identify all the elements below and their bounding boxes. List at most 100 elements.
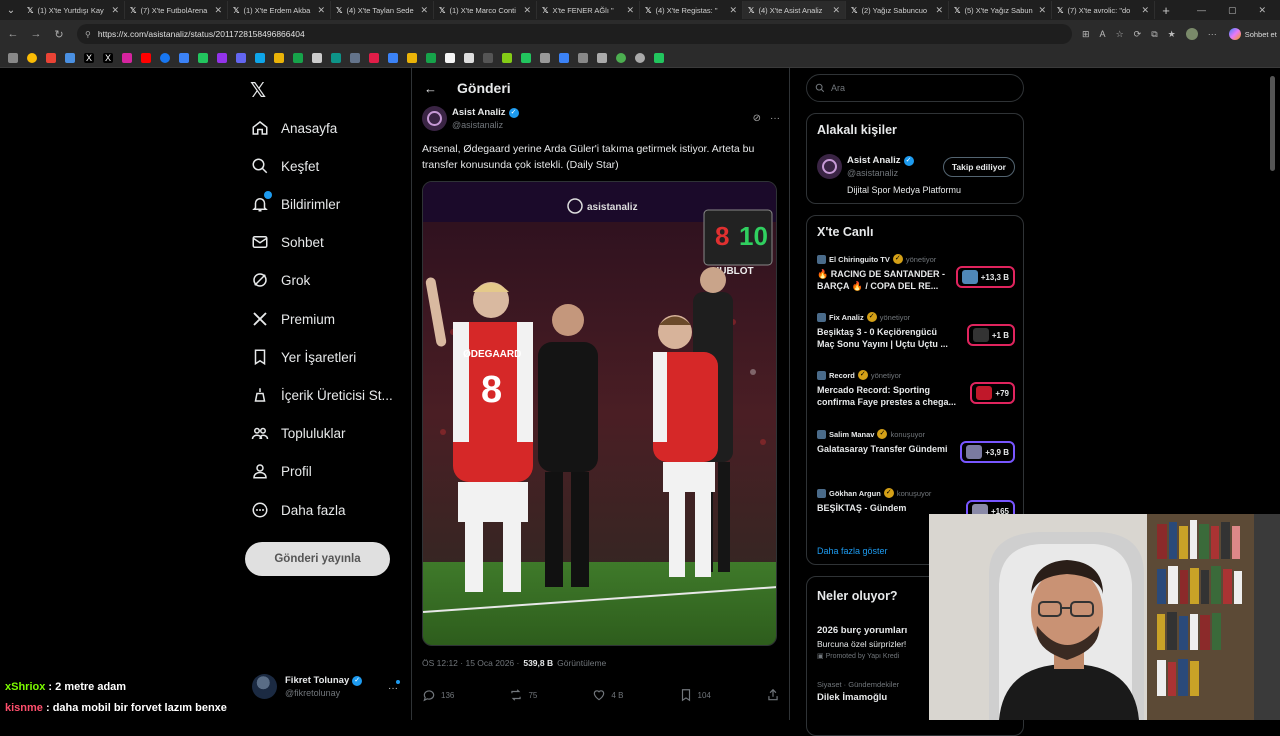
favorites-icon[interactable]: ★: [1168, 29, 1176, 40]
show-more-link[interactable]: Daha fazla göster: [817, 546, 888, 556]
sidebar-item-sohbet[interactable]: Sohbet: [250, 227, 324, 257]
post-button[interactable]: Gönderi yayınla: [245, 542, 390, 576]
scrollbar-thumb[interactable]: [1270, 76, 1275, 171]
sidebar-item-grok[interactable]: Grok: [250, 265, 310, 295]
tab-list-chevron-icon[interactable]: ⌄: [0, 5, 22, 16]
browser-tab[interactable]: 𝕏 X'te FENER AĞlı " ✕: [537, 1, 640, 19]
live-item[interactable]: El Chiringuito TV ✓ yönetiyor 🔥 RACING DE S…: [817, 254, 1015, 292]
bookmark-icon-30[interactable]: [559, 52, 569, 63]
bookmark-icon-24[interactable]: [445, 52, 455, 63]
back-arrow-icon[interactable]: ←: [424, 81, 437, 96]
bookmark-icon-15[interactable]: [274, 52, 284, 63]
close-tab-icon[interactable]: ✕: [832, 5, 840, 16]
profile-avatar-icon[interactable]: [1185, 28, 1198, 40]
bookmark-link-icon[interactable]: [597, 52, 607, 63]
following-button[interactable]: Takip ediliyor: [942, 156, 1015, 177]
sidebar-item-premium[interactable]: Premium: [250, 304, 335, 334]
bookmark-facebook-icon[interactable]: [160, 52, 170, 63]
related-avatar[interactable]: [817, 154, 842, 179]
browser-tab[interactable]: 𝕏 (4) X'te Taylan Sede ✕: [331, 1, 434, 19]
sidebar-item-daha-fazla[interactable]: Daha fazla: [250, 495, 346, 525]
live-listener-badge[interactable]: +3,9 B: [960, 441, 1015, 463]
close-tab-icon[interactable]: ✕: [214, 5, 222, 16]
live-item[interactable]: Fix Analiz ✓ yönetiyor Beşiktaş 3 - 0 Keçiö…: [817, 312, 1015, 350]
close-tab-icon[interactable]: ✕: [523, 5, 531, 16]
related-person[interactable]: Asist Analiz ✓ @asistanaliz Takip ediliy…: [817, 154, 1015, 179]
author-name[interactable]: Asist Analiz: [452, 107, 506, 118]
share-button[interactable]: [766, 688, 780, 702]
sidebar-item-topluluklar[interactable]: Topluluklar: [250, 418, 346, 448]
bookmark-icon-1[interactable]: [8, 52, 18, 63]
maximize-icon[interactable]: ▢: [1228, 5, 1237, 16]
bookmark-icon-20[interactable]: [369, 52, 379, 63]
browser-tab[interactable]: 𝕏 (4) X'te Registas: " ✕: [640, 1, 743, 19]
sidebar-item-anasayfa[interactable]: Anasayfa: [250, 113, 337, 143]
bookmark-folder-icon[interactable]: [578, 52, 588, 63]
bookmark-icon-21[interactable]: [388, 52, 398, 63]
bookmark-chrome-icon[interactable]: [616, 52, 626, 63]
favorite-star-icon[interactable]: ☆: [1116, 29, 1124, 40]
copilot-button[interactable]: Sohbet et: [1228, 28, 1277, 40]
search-input[interactable]: [831, 83, 1011, 93]
refresh-extension-icon[interactable]: ⟳: [1134, 29, 1142, 40]
close-tab-icon[interactable]: ✕: [1141, 5, 1149, 16]
bookmark-icon-35[interactable]: [654, 52, 664, 63]
reload-icon[interactable]: ↻: [49, 28, 69, 41]
x-logo-icon[interactable]: 𝕏: [250, 78, 266, 103]
sidebar-item-bildirimler[interactable]: Bildirimler: [250, 189, 340, 219]
bookmark-icon-14[interactable]: [255, 52, 265, 63]
site-info-icon[interactable]: ⚲: [85, 30, 91, 39]
bookmark-instagram-icon[interactable]: [122, 52, 132, 63]
bookmark-icon-13[interactable]: [236, 52, 246, 63]
sidebar-item-keşfet[interactable]: Keşfet: [250, 151, 319, 181]
app-install-icon[interactable]: ⊞: [1082, 29, 1090, 40]
close-tab-icon[interactable]: ✕: [420, 5, 428, 16]
browser-tab[interactable]: 𝕏 (4) X'te Asist Analiz ✕: [743, 1, 846, 19]
browser-tab[interactable]: 𝕏 (1) X'te Yurtdışı Kay ✕: [22, 1, 125, 19]
extensions-icon[interactable]: ⧉: [1151, 29, 1157, 40]
search-box[interactable]: [806, 74, 1024, 102]
new-tab-plus-icon[interactable]: +: [1155, 3, 1177, 18]
read-aloud-icon[interactable]: A: [1100, 29, 1106, 39]
live-item[interactable]: Gökhan Argun ✓ konuşuyor BEŞİKTAŞ - Gündem +…: [817, 488, 1015, 522]
live-item[interactable]: Salim Manav ✓ konuşuyor Galatasaray Transfe…: [817, 429, 1015, 463]
bookmark-icon-23[interactable]: [426, 52, 436, 63]
reply-button[interactable]: 136: [422, 688, 454, 702]
live-listener-badge[interactable]: +79: [970, 382, 1015, 404]
bookmark-icon-29[interactable]: [540, 52, 550, 63]
url-field[interactable]: ⚲ https://x.com/asistanaliz/status/20117…: [77, 24, 1072, 44]
bookmark-youtube-icon[interactable]: [141, 52, 151, 63]
close-tab-icon[interactable]: ✕: [1038, 5, 1046, 16]
browser-tab[interactable]: 𝕏 (2) Yağız Sabuncuo ✕: [846, 1, 949, 19]
bookmark-google-icon[interactable]: [27, 52, 37, 63]
bookmark-icon-10[interactable]: [179, 52, 189, 63]
close-window-icon[interactable]: ✕: [1258, 5, 1266, 16]
browser-tab[interactable]: 𝕏 (7) X'te FutbolArena ✕: [125, 1, 228, 19]
browser-tab[interactable]: 𝕏 (7) X'te avrolic: "do ✕: [1052, 1, 1155, 19]
repost-button[interactable]: 75: [509, 688, 537, 702]
bookmark-icon-18[interactable]: [331, 52, 341, 63]
close-tab-icon[interactable]: ✕: [935, 5, 943, 16]
back-nav-icon[interactable]: ←: [3, 28, 23, 40]
live-item[interactable]: Record ✓ yönetiyor Mercado Record: Sporting…: [817, 370, 1015, 408]
bookmark-x-icon[interactable]: X: [84, 52, 94, 63]
bookmark-icon-17[interactable]: [312, 52, 322, 63]
sidebar-item-profil[interactable]: Profil: [250, 456, 312, 486]
browser-tab[interactable]: 𝕏 (5) X'te Yağız Sabun ✕: [949, 1, 1052, 19]
bookmark-icon-28[interactable]: [521, 52, 531, 63]
forward-nav-icon[interactable]: →: [26, 28, 46, 40]
close-tab-icon[interactable]: ✕: [317, 5, 325, 16]
bookmark-icon-22[interactable]: [407, 52, 417, 63]
post-image[interactable]: 8 10 HUBLOT ØDEGAARD 8 asistanaliz: [422, 181, 777, 646]
bookmark-icon-4[interactable]: [65, 52, 75, 63]
minimize-icon[interactable]: —: [1197, 5, 1206, 16]
author-avatar[interactable]: [422, 106, 447, 131]
like-button[interactable]: 4 B: [592, 688, 623, 702]
live-listener-badge[interactable]: +13,3 B: [955, 266, 1015, 288]
close-tab-icon[interactable]: ✕: [729, 5, 737, 16]
close-tab-icon[interactable]: ✕: [626, 5, 634, 16]
bookmark-icon-25[interactable]: [464, 52, 474, 63]
bookmark-icon-19[interactable]: [350, 52, 360, 63]
browser-tab[interactable]: 𝕏 (1) X'te Erdem Akba ✕: [228, 1, 331, 19]
post-more-icon[interactable]: ···: [770, 113, 780, 124]
